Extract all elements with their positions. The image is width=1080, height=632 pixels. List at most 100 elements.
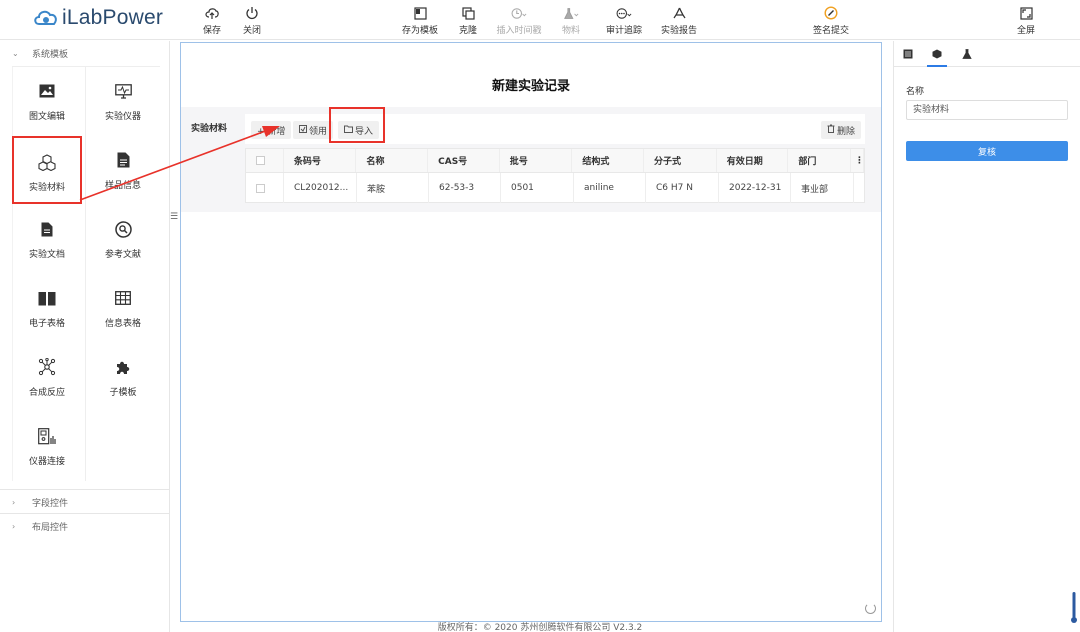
image-icon [37, 81, 57, 101]
file-icon [113, 150, 133, 170]
tile-synthesis-reaction[interactable]: 合成反应 [12, 343, 82, 411]
chevron-right-icon: › [12, 497, 16, 507]
cubes-icon [37, 152, 57, 172]
top-toolbar: iLabPower 保存 关闭 存为模板 克隆 插入时间戳 物料 审计追踪 实验… [0, 0, 1080, 40]
insert-timestamp-button[interactable]: 插入时间戳 [497, 5, 542, 36]
cloud-upload-icon [204, 5, 220, 21]
tab-cube[interactable] [927, 47, 947, 67]
audit-trail-button[interactable]: 审计追踪 [602, 5, 646, 36]
tile-instrument[interactable]: 实验仪器 [88, 67, 158, 135]
book-icon [37, 288, 57, 308]
experiment-report-button[interactable]: 实验报告 [657, 5, 701, 36]
sign-submit-button[interactable]: 签名提交 [809, 5, 853, 36]
tile-instrument-link[interactable]: 仪器连接 [12, 412, 82, 480]
cloud-logo-icon [32, 7, 60, 29]
table-row[interactable]: CL202012... 苯胺 62-53-3 0501 aniline C6 H… [246, 173, 864, 203]
app-logo: iLabPower [32, 6, 163, 30]
power-icon [244, 5, 260, 21]
material-block: 实验材料 + 新增 领用 导入 删除 条码号 名称 CAS号 批号 结构式 分子… [181, 107, 881, 212]
table-cell: aniline [574, 173, 646, 203]
use-button[interactable]: 领用 [293, 121, 334, 139]
column-header[interactable]: CAS号 [428, 149, 500, 172]
table-cell: CL202012... [284, 173, 357, 203]
left-panel: ⌄ 系统模板 图文编辑 实验仪器 实验材料 样品信息 实验文档 参考文献 电子表… [0, 41, 170, 632]
tile-sample-info[interactable]: 样品信息 [88, 136, 158, 204]
trash-icon [827, 124, 835, 136]
name-field[interactable]: 实验材料 [906, 100, 1068, 120]
copy-icon [460, 5, 476, 21]
section-system-templates[interactable]: ⌄ 系统模板 [0, 41, 169, 65]
molecule-icon [37, 357, 57, 377]
section-layout-controls[interactable]: › 布局控件 [0, 514, 68, 538]
column-header[interactable]: 批号 [500, 149, 573, 172]
table-icon [113, 288, 133, 308]
material-table: 条码号 名称 CAS号 批号 结构式 分子式 有效日期 部门 ⋮ CL20201… [245, 148, 865, 203]
template-icon [412, 5, 428, 21]
table-cell: 62-53-3 [429, 173, 501, 203]
chevron-right-icon: › [12, 521, 16, 531]
loading-spinner-icon [865, 603, 876, 614]
name-field-label: 名称 [906, 87, 925, 97]
save-button[interactable]: 保存 [190, 5, 234, 36]
tile-experiment-doc[interactable]: 实验文档 [12, 205, 82, 273]
table-header-row: 条码号 名称 CAS号 批号 结构式 分子式 有效日期 部门 ⋮ [246, 149, 864, 173]
column-menu-icon[interactable]: ⋮ [851, 149, 864, 172]
delete-button[interactable]: 删除 [821, 121, 862, 139]
table-cell: C6 H7 N [646, 173, 719, 203]
ellipsis-circle-icon [616, 5, 632, 21]
tile-graphic-edit[interactable]: 图文编辑 [12, 67, 82, 135]
cube-icon [932, 49, 942, 59]
divider [85, 67, 86, 481]
table-cell: 2022-12-31 [719, 173, 791, 203]
materials-button[interactable]: 物料 [549, 5, 593, 36]
flask-icon [563, 5, 579, 21]
add-button[interactable]: + 新增 [251, 121, 292, 139]
footer-copyright: 版权所有：© 2020 苏州创腾软件有限公司 V2.3.2 [437, 623, 643, 632]
list-icon [903, 49, 913, 59]
column-header[interactable]: 有效日期 [717, 149, 789, 172]
review-button[interactable]: 复核 [906, 141, 1068, 161]
import-highlight-box [329, 107, 385, 143]
close-button[interactable]: 关闭 [230, 5, 274, 36]
table-cell: 0501 [501, 173, 574, 203]
logo-text: iLabPower [62, 6, 164, 29]
use-icon [299, 124, 307, 136]
pdf-icon [671, 5, 687, 21]
fullscreen-button[interactable]: 全屏 [1004, 5, 1048, 36]
tile-sub-template[interactable]: 子模板 [88, 343, 158, 411]
puzzle-icon [113, 357, 133, 377]
tile-experiment-material[interactable]: 实验材料 [12, 136, 82, 204]
tile-spreadsheet[interactable]: 电子表格 [12, 274, 82, 342]
right-panel: 名称 实验材料 复核 [893, 41, 1080, 632]
column-header[interactable]: 条码号 [284, 149, 357, 172]
tab-list[interactable] [898, 47, 918, 61]
instrument-link-icon [37, 426, 57, 446]
column-header[interactable]: 结构式 [572, 149, 645, 172]
fullscreen-icon [1018, 5, 1034, 21]
panel-resize-handle-icon[interactable]: ☰ [170, 212, 178, 222]
search-circle-icon [113, 219, 133, 239]
document-canvas: 新建实验记录 实验材料 + 新增 领用 导入 删除 条码号 名称 CAS号 批号… [180, 42, 882, 622]
flask-icon [962, 49, 972, 59]
document-icon [37, 219, 57, 239]
document-title: 新建实验记录 [491, 79, 570, 94]
row-checkbox[interactable] [246, 173, 284, 203]
column-header[interactable]: 名称 [356, 149, 429, 172]
property-tabs [894, 41, 1080, 67]
material-block-label: 实验材料 [191, 124, 228, 134]
select-all-checkbox[interactable] [246, 149, 284, 172]
table-cell: 苯胺 [357, 173, 429, 203]
table-cell: 事业部 [791, 173, 854, 203]
tile-references[interactable]: 参考文献 [88, 205, 158, 273]
column-header[interactable]: 部门 [788, 149, 852, 172]
clock-icon [511, 5, 527, 21]
section-field-controls[interactable]: › 字段控件 [0, 490, 68, 514]
tile-info-table[interactable]: 信息表格 [88, 274, 158, 342]
column-header[interactable]: 分子式 [644, 149, 717, 172]
sign-icon [823, 5, 839, 21]
save-as-template-button[interactable]: 存为模板 [398, 5, 442, 36]
monitor-icon [113, 81, 133, 101]
chevron-down-icon: ⌄ [12, 48, 19, 58]
clone-button[interactable]: 克隆 [446, 5, 490, 36]
tab-flask[interactable] [957, 47, 977, 61]
